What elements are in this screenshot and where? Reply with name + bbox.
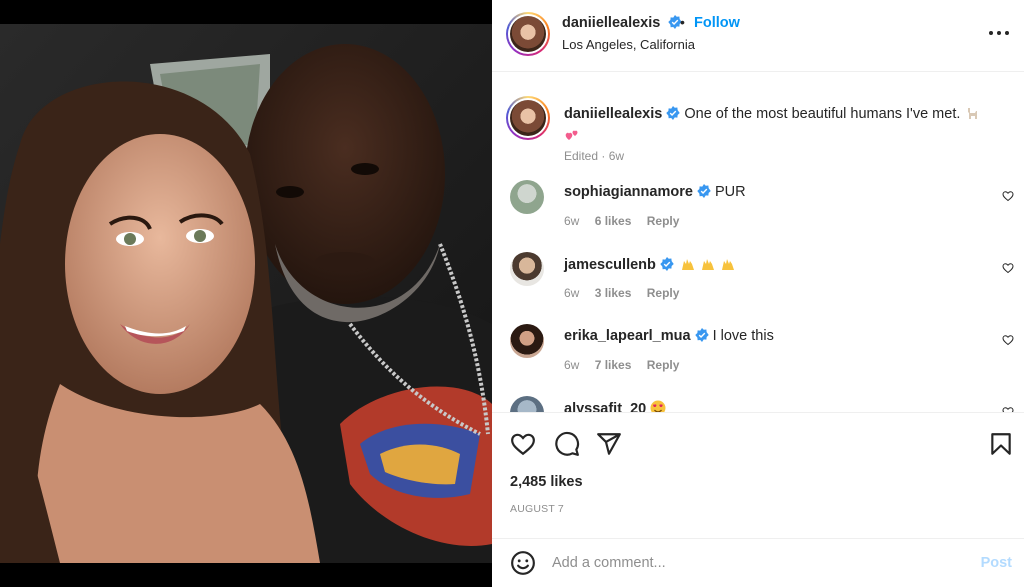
- comment-item: erika_lapearl_mua I love this 6w 7 likes…: [492, 320, 1024, 392]
- comment-username[interactable]: erika_lapearl_mua: [564, 328, 691, 344]
- add-comment-bar: Post: [492, 538, 1024, 587]
- comment-meta: 6w 6 likes Reply: [564, 214, 691, 228]
- more-icon[interactable]: [988, 24, 1010, 42]
- comment-text: PUR: [714, 184, 746, 200]
- comment-meta: 6w 7 likes Reply: [564, 358, 691, 372]
- verified-badge-icon: [666, 106, 681, 120]
- comment-text: I love this: [712, 328, 774, 344]
- reply-button[interactable]: Reply: [647, 358, 680, 372]
- comment-line: sophiagiannamore PUR: [564, 184, 746, 200]
- comment-item: jamescullenb 6w 3 likes Reply: [492, 248, 1024, 320]
- heart-eyes-emoji-icon: [650, 400, 666, 412]
- selfie-photo: [0, 24, 492, 563]
- comment-line: erika_lapearl_mua I love this: [564, 328, 774, 344]
- reply-button[interactable]: Reply: [647, 214, 680, 228]
- comment-username[interactable]: alyssafit_20: [564, 401, 646, 412]
- comment-like-heart-icon[interactable]: [1002, 262, 1014, 274]
- comment-input[interactable]: [552, 551, 952, 575]
- raising-hands-emoji-icon: [680, 256, 736, 272]
- comment-meta: 6w 3 likes Reply: [564, 286, 691, 300]
- caption-text: daniiellealexis One of the most beautifu…: [564, 103, 1004, 147]
- commenter-avatar[interactable]: [510, 396, 544, 412]
- comment-like-heart-icon[interactable]: [1002, 190, 1014, 202]
- verified-badge-icon: [694, 328, 709, 342]
- separator-dot: •: [680, 14, 685, 30]
- post-photo[interactable]: [0, 0, 492, 587]
- comment-age: 6w: [564, 214, 580, 228]
- commenter-avatar[interactable]: [510, 180, 544, 214]
- two-hearts-emoji-icon: [565, 130, 578, 140]
- follow-button[interactable]: Follow: [694, 15, 740, 31]
- post-details-panel: daniiellealexis • Follow Los Angeles, Ca…: [492, 0, 1024, 587]
- reply-button[interactable]: Reply: [647, 286, 680, 300]
- post-caption: daniiellealexis One of the most beautifu…: [492, 84, 1024, 164]
- comment-like-heart-icon[interactable]: [1002, 334, 1014, 346]
- commenter-avatar[interactable]: [510, 324, 544, 358]
- caption-meta: Edited · 6w: [564, 149, 625, 163]
- comment-likes[interactable]: 6 likes: [595, 214, 632, 228]
- caption-avatar[interactable]: [506, 96, 550, 140]
- comment-item: sophiagiannamore PUR 6w 6 likes Reply: [492, 176, 1024, 248]
- comment-line: alyssafit_20: [564, 400, 666, 412]
- comment-likes[interactable]: 7 likes: [595, 358, 632, 372]
- post-header: daniiellealexis • Follow Los Angeles, Ca…: [492, 0, 1024, 72]
- comment-username[interactable]: jamescullenb: [564, 257, 656, 273]
- comment-icon[interactable]: [554, 431, 580, 457]
- heart-icon[interactable]: [510, 431, 536, 457]
- bookmark-icon[interactable]: [988, 431, 1014, 457]
- author-username[interactable]: daniiellealexis: [562, 15, 683, 31]
- post-location[interactable]: Los Angeles, California: [562, 37, 695, 52]
- comment-username[interactable]: sophiagiannamore: [564, 184, 693, 200]
- post-actions: 2,485 likes AUGUST 7: [492, 412, 1024, 530]
- post-comment-button[interactable]: Post: [981, 555, 1012, 571]
- caption-username[interactable]: daniiellealexis: [564, 106, 662, 122]
- share-icon[interactable]: [596, 431, 622, 457]
- commenter-avatar[interactable]: [510, 252, 544, 286]
- author-avatar[interactable]: [506, 12, 550, 56]
- smiley-icon[interactable]: [510, 550, 536, 576]
- comment-likes[interactable]: 3 likes: [595, 286, 632, 300]
- comments-list[interactable]: daniiellealexis One of the most beautifu…: [492, 72, 1024, 412]
- verified-badge-icon: [697, 184, 711, 198]
- llama-emoji-icon: [968, 108, 978, 119]
- post-date[interactable]: AUGUST 7: [510, 503, 564, 515]
- comment-line: jamescullenb: [564, 256, 736, 273]
- likes-count[interactable]: 2,485 likes: [510, 474, 583, 490]
- comment-age: 6w: [564, 286, 580, 300]
- comment-age: 6w: [564, 358, 580, 372]
- verified-badge-icon: [660, 257, 674, 271]
- caption-body: One of the most beautiful humans I've me…: [684, 106, 961, 122]
- comment-item: alyssafit_20: [492, 392, 1024, 412]
